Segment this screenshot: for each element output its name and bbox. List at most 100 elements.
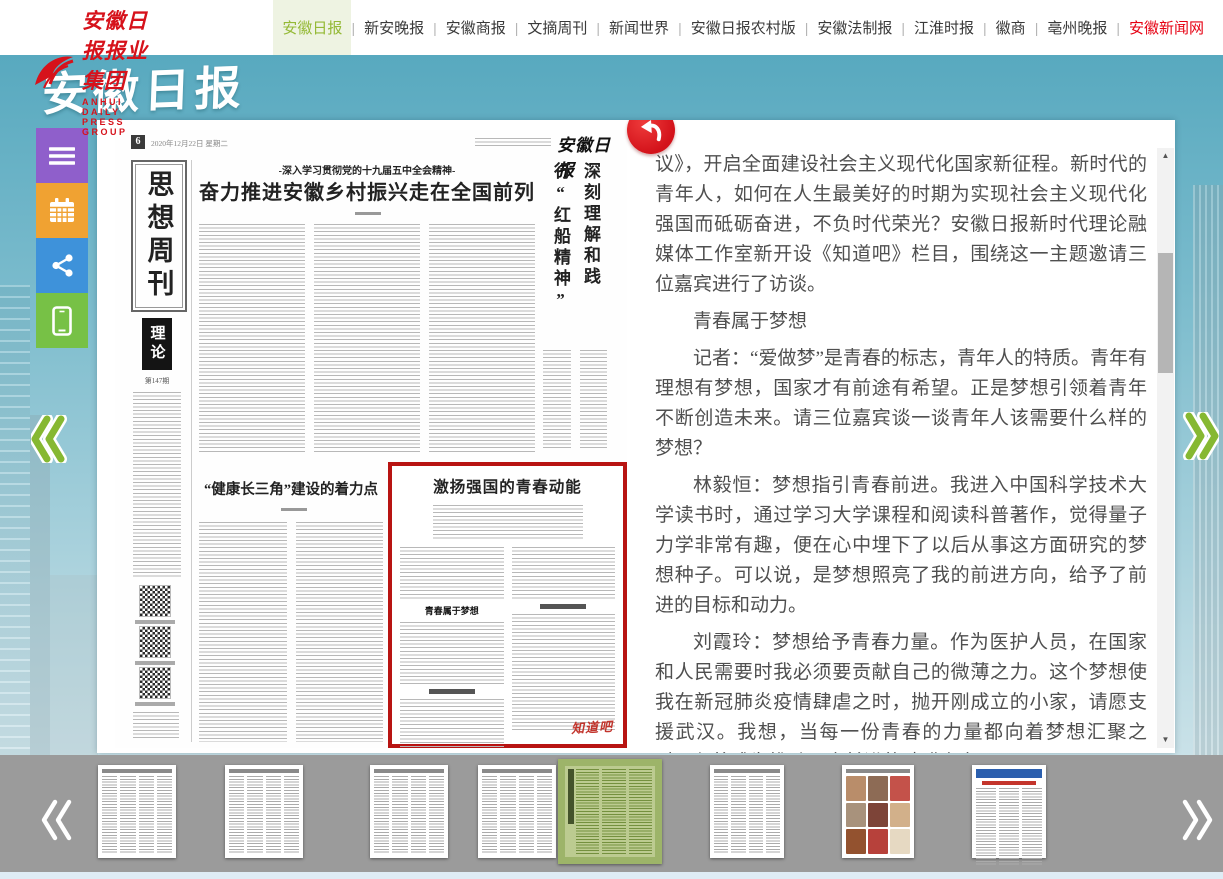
mid-article-headline[interactable]: “健康长三角”建设的着力点 <box>199 478 383 499</box>
lead-article-kicker: -深入学习贯彻党的十九届五中全会精神- <box>199 162 535 177</box>
press-group-subtitle: ANHUI DAILY PRESS GROUP <box>82 97 160 137</box>
simulated-text <box>400 547 504 599</box>
qr-caption-bar <box>135 620 175 624</box>
cityscape-building <box>50 575 98 755</box>
weekly-title: 思想周刊 <box>140 170 179 302</box>
thumbnail-page-1[interactable] <box>98 765 176 858</box>
featured-subhead: 青春属于梦想 <box>400 604 504 617</box>
byline-bar <box>281 508 307 511</box>
nav-item-anhui-business[interactable]: 安徽商报 <box>437 0 515 55</box>
vertical-headline: 深刻理解和践行“红船精神” <box>545 162 605 342</box>
nav-item-anhui-news-site[interactable]: 安徽新闻网 <box>1120 0 1213 55</box>
nav-item-digest-weekly[interactable]: 文摘周刊 <box>518 0 596 55</box>
nav-item-bozhou-evening[interactable]: 亳州晚报 <box>1038 0 1116 55</box>
thumbnail-masthead-bar <box>714 769 780 773</box>
simulated-article-columns <box>543 350 607 450</box>
column-divider <box>191 160 192 742</box>
thumbnails-scroll-right-button[interactable] <box>1180 798 1214 847</box>
scroll-up-button[interactable]: ▲ <box>1157 148 1174 164</box>
article-paragraph: 记者：“爱做梦”是青春的标志，青年人的特质。青年有理想有梦想，国家才有前途有希望… <box>655 344 1147 464</box>
app-root: 安徽日报报业集团 ANHUI DAILY PRESS GROUP 安徽日报| 新… <box>0 0 1223 879</box>
newspaper-nav: 安徽日报| 新安晚报| 安徽商报| 文摘周刊| 新闻世界| 安徽日报农村版| 安… <box>273 0 1213 55</box>
simulated-thumbnail-text <box>576 769 652 854</box>
nav-item-rural-edition[interactable]: 安徽日报农村版 <box>682 0 805 55</box>
prev-page-button[interactable] <box>31 415 67 468</box>
article-paragraph: 议》，开启全面建设社会主义现代化国家新征程。新时代的青年人，如何在人生最美好的时… <box>655 150 1147 300</box>
scrollbar-thumb[interactable] <box>1158 253 1173 373</box>
section-label: 理论 <box>147 325 168 363</box>
thumbnails-scroll-left-button[interactable] <box>40 798 74 847</box>
qr-code <box>140 586 170 616</box>
lead-article-headline[interactable]: 奋力推进安徽乡村振兴走在全国前列 <box>195 176 539 205</box>
bottom-light-strip <box>0 872 1223 879</box>
top-header-bar: 安徽日报报业集团 ANHUI DAILY PRESS GROUP 安徽日报| 新… <box>0 0 1223 55</box>
vertical-headline-box[interactable]: 深刻理解和践行“红船精神” <box>543 162 607 342</box>
qr-caption-bar <box>135 702 175 706</box>
nav-item-anhui-daily[interactable]: 安徽日报 <box>273 0 351 55</box>
thumbnail-page-6[interactable] <box>710 765 784 858</box>
byline-bar <box>355 212 381 215</box>
simulated-subhead-bar <box>540 604 586 609</box>
qr-code <box>140 627 170 657</box>
thumbnail-page-8[interactable] <box>972 765 1046 858</box>
simulated-text <box>400 622 504 684</box>
simulated-text <box>512 614 616 732</box>
side-toolbar <box>36 128 88 348</box>
simulated-thumbnail-text <box>102 776 172 854</box>
calendar-button[interactable] <box>36 183 88 238</box>
thumbnail-masthead-bar <box>374 769 444 773</box>
highlighted-article-box[interactable]: 激扬强国的青春动能 青春属于梦想 <box>388 462 627 748</box>
next-page-button[interactable] <box>1183 412 1219 465</box>
thumbnail-weekly-rail <box>568 769 574 824</box>
nav-item-news-world[interactable]: 新闻世界 <box>600 0 678 55</box>
issue-label: 第147期 <box>131 376 183 386</box>
simulated-thumbnail-text <box>976 788 1042 866</box>
nav-item-huishang[interactable]: 徽商 <box>987 0 1035 55</box>
cityscape-building <box>0 285 30 755</box>
simulated-editor-line <box>475 138 551 148</box>
press-group-title: 安徽日报报业集团 <box>82 5 160 95</box>
qr-caption-bar <box>135 661 175 665</box>
double-chevron-left-icon <box>40 798 74 842</box>
double-chevron-left-icon <box>31 415 67 463</box>
simulated-contact-info <box>133 712 179 740</box>
simulated-guest-intro <box>433 505 583 539</box>
thumbnail-page-4[interactable] <box>478 765 556 858</box>
simulated-text <box>133 392 181 577</box>
thumbnail-masthead-bar <box>846 769 910 773</box>
newspaper-page: 6 2020年12月22日 星期二 安徽日报 思想周刊 理论 第147期 <box>115 130 627 748</box>
share-button[interactable] <box>36 238 88 293</box>
qr-code <box>140 668 170 698</box>
thumbnail-masthead-bar <box>976 769 1042 778</box>
thumbnail-page-current[interactable] <box>558 759 662 864</box>
article-text-panel: 议》，开启全面建设社会主义现代化国家新征程。新时代的青年人，如何在人生最美好的时… <box>630 120 1140 753</box>
article-paragraph: 刘霞玲：梦想给予青春力量。作为医护人员，在国家和人民需要时我必须要贡献自己的微薄… <box>655 628 1147 753</box>
press-group-logo[interactable]: 安徽日报报业集团 ANHUI DAILY PRESS GROUP <box>30 5 160 137</box>
thumbnail-photo-grid <box>846 776 910 854</box>
page-number-badge: 6 <box>131 135 145 149</box>
thumbnail-page-3[interactable] <box>370 765 448 858</box>
thumbnail-page-2[interactable] <box>225 765 303 858</box>
simulated-thumbnail-text <box>374 776 444 854</box>
article-scrollbar[interactable]: ▲ ▼ <box>1157 148 1174 748</box>
cityscape-building <box>1193 185 1223 755</box>
simulated-subhead-bar <box>429 689 475 694</box>
menu-icon <box>49 146 75 166</box>
nav-item-jianghuai-times[interactable]: 江淮时报 <box>905 0 983 55</box>
thumbnail-page-7[interactable] <box>842 765 914 858</box>
simulated-thumbnail-text <box>482 776 552 854</box>
simulated-text <box>512 547 616 599</box>
double-chevron-right-icon <box>1183 412 1219 460</box>
share-icon <box>49 252 76 279</box>
thumbnail-masthead-bar <box>102 769 172 773</box>
section-label-box: 理论 <box>142 318 172 370</box>
thumbnail-masthead-bar <box>482 769 552 773</box>
featured-article-headline: 激扬强国的青春动能 <box>392 475 623 497</box>
mobile-button[interactable] <box>36 293 88 348</box>
phone-icon <box>50 306 74 336</box>
press-group-logo-text: 安徽日报报业集团 ANHUI DAILY PRESS GROUP <box>82 5 160 137</box>
scroll-down-button[interactable]: ▼ <box>1157 732 1174 748</box>
nav-item-legal-daily[interactable]: 安徽法制报 <box>808 0 901 55</box>
nav-item-xinan-evening[interactable]: 新安晚报 <box>355 0 433 55</box>
reader-panel: 6 2020年12月22日 星期二 安徽日报 思想周刊 理论 第147期 <box>97 120 1175 753</box>
